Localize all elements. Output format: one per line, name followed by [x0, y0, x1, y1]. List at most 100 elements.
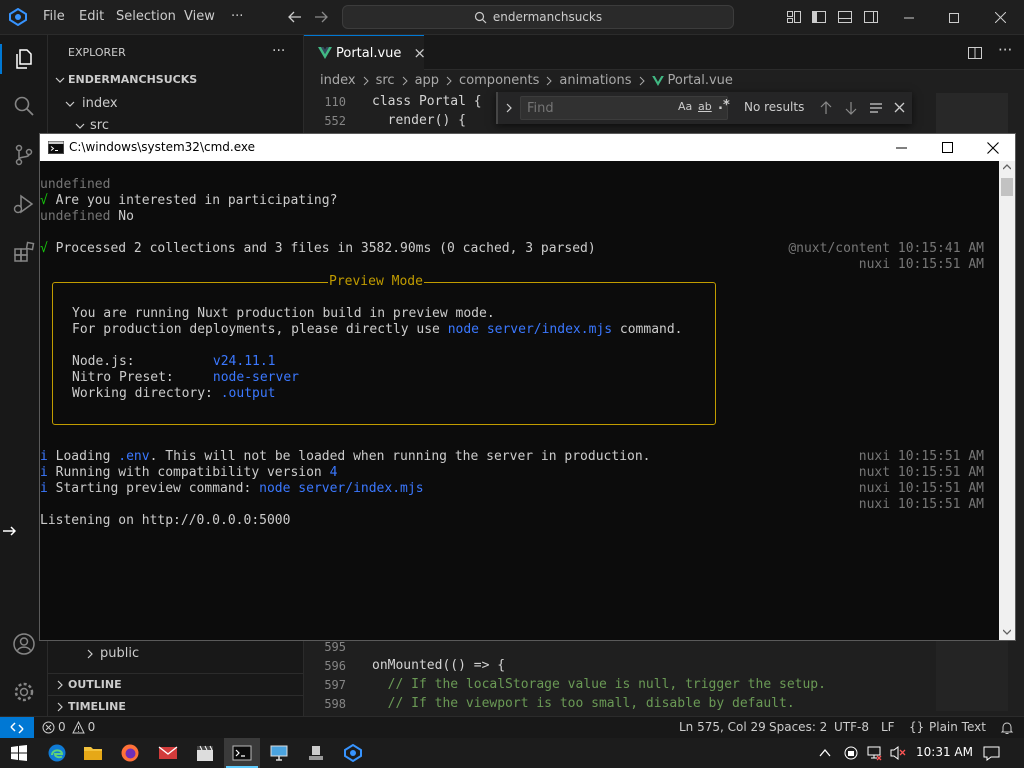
- info-value: v24.11.1: [212, 354, 276, 369]
- taskbar-cmd-active[interactable]: [224, 738, 260, 768]
- code-comment-line[interactable]: // If the viewport is too small, disable…: [372, 696, 795, 711]
- active-view-indicator: [0, 44, 2, 74]
- cmd-vertical-scrollbar[interactable]: [999, 161, 1015, 640]
- code-line[interactable]: onMounted(() => {: [372, 658, 505, 673]
- clapperboard-media-icon[interactable]: [187, 738, 223, 768]
- chevron-down-icon: [74, 120, 86, 132]
- next-match-arrow-down-icon[interactable]: [845, 101, 857, 115]
- file-encoding[interactable]: UTF-8: [834, 720, 869, 734]
- tree-folder-index[interactable]: index: [64, 96, 118, 111]
- forward-arrow-icon[interactable]: [313, 10, 329, 24]
- explorer-title: EXPLORER: [68, 46, 126, 59]
- workspace-root-folder[interactable]: ENDERMANCHSUCKS: [54, 73, 197, 86]
- console-timestamp: nuxi 10:15:51 AM: [858, 481, 984, 496]
- scroll-down-arrow-icon[interactable]: [1003, 629, 1011, 635]
- use-regex-toggle[interactable]: .*: [718, 98, 730, 113]
- menu-edit[interactable]: Edit: [79, 9, 104, 24]
- customize-layout-icon[interactable]: [786, 9, 802, 25]
- match-case-toggle[interactable]: Aa: [678, 100, 692, 113]
- volume-muted-icon[interactable]: [889, 745, 907, 761]
- taskbar-clock[interactable]: 10:31 AM: [916, 745, 973, 759]
- settings-gear-icon[interactable]: [10, 678, 38, 706]
- find-in-selection-icon[interactable]: [869, 102, 883, 114]
- vscode-minimize-button[interactable]: [886, 0, 932, 35]
- indentation-setting[interactable]: Spaces: 2: [769, 720, 827, 734]
- file-explorer-icon[interactable]: [75, 738, 111, 768]
- remote-indicator-icon[interactable]: [0, 717, 34, 738]
- tab-close-icon[interactable]: ×: [413, 44, 426, 62]
- breadcrumb-item[interactable]: app: [415, 73, 439, 88]
- firefox-icon[interactable]: [112, 738, 148, 768]
- end-of-line[interactable]: LF: [881, 720, 895, 734]
- menu-selection[interactable]: Selection: [116, 9, 176, 24]
- show-hidden-icons-chevron-up-icon[interactable]: [818, 747, 832, 759]
- minimap-bottom[interactable]: [936, 641, 1008, 711]
- console-line: Listening on http://0.0.0.0:5000: [40, 513, 291, 528]
- breadcrumb-item[interactable]: components: [459, 73, 539, 88]
- cmd-maximize-button[interactable]: [924, 134, 970, 161]
- edge-browser-icon[interactable]: [39, 738, 75, 768]
- tree-folder-src[interactable]: src: [74, 118, 109, 133]
- language-mode[interactable]: Plain Text: [929, 720, 986, 734]
- close-find-icon[interactable]: [894, 102, 905, 113]
- extensions-icon[interactable]: [10, 238, 38, 266]
- menu-file[interactable]: File: [43, 9, 65, 24]
- toggle-secondary-sidebar-icon[interactable]: [863, 9, 879, 25]
- breadcrumb-item[interactable]: Portal.vue: [668, 73, 733, 88]
- run-debug-icon[interactable]: [10, 190, 38, 218]
- windows-start-icon[interactable]: [1, 738, 37, 768]
- command-center-search[interactable]: endermanchsucks: [342, 5, 734, 29]
- braces-icon: {}: [909, 720, 925, 734]
- breadcrumb-item[interactable]: src: [376, 73, 395, 88]
- notifications-bell-icon[interactable]: [1000, 721, 1014, 735]
- vscode-maximize-button[interactable]: [931, 0, 977, 35]
- toggle-replace-chevron-icon[interactable]: [504, 102, 514, 114]
- console-output[interactable]: undefined √ Are you interested in partic…: [40, 161, 999, 640]
- vscode-close-button[interactable]: [977, 0, 1023, 35]
- editor-more-actions[interactable]: ···: [998, 41, 1012, 59]
- back-arrow-icon[interactable]: [287, 10, 303, 24]
- remote-desktop-icon[interactable]: [261, 738, 297, 768]
- cmd-minimize-button[interactable]: [878, 134, 924, 161]
- code-line[interactable]: class Portal {: [372, 94, 482, 109]
- cmd-close-button[interactable]: [970, 134, 1016, 161]
- search-view-icon[interactable]: [10, 92, 38, 120]
- cmd-title-bar[interactable]: C:\windows\system32\cmd.exe: [40, 134, 1015, 161]
- match-whole-word-toggle[interactable]: ab: [698, 100, 712, 113]
- breadcrumb-item[interactable]: index: [320, 73, 356, 88]
- action-center-icon[interactable]: [983, 745, 1000, 761]
- network-device-icon[interactable]: [298, 738, 334, 768]
- mail-app-icon[interactable]: [150, 738, 186, 768]
- toggle-panel-icon[interactable]: [837, 9, 853, 25]
- accounts-icon[interactable]: [10, 630, 38, 658]
- code-line[interactable]: render() {: [372, 113, 466, 128]
- console-line: undefined: [40, 177, 111, 192]
- cursor-position[interactable]: Ln 575, Col 29: [679, 720, 766, 734]
- outline-section-header[interactable]: OUTLINE: [48, 673, 303, 695]
- tree-folder-public[interactable]: public: [84, 646, 139, 661]
- vscode-taskbar-icon[interactable]: [335, 738, 371, 768]
- toggle-primary-sidebar-icon[interactable]: [811, 9, 827, 25]
- code-comment-line[interactable]: // If the localStorage value is null, tr…: [372, 677, 826, 692]
- breadcrumb-item[interactable]: animations: [559, 73, 631, 88]
- tab-portal-vue[interactable]: Portal.vue ×: [304, 35, 426, 70]
- problems-indicator[interactable]: 0 0: [42, 720, 95, 734]
- find-input[interactable]: [520, 96, 728, 120]
- env-highlight: .env: [118, 449, 150, 464]
- scroll-thumb[interactable]: [1001, 178, 1013, 196]
- explorer-more-actions[interactable]: ···: [272, 43, 285, 59]
- find-result-count: No results: [744, 100, 805, 114]
- vscode-insiders-logo-icon[interactable]: [9, 8, 27, 26]
- cmd-window: C:\windows\system32\cmd.exe undefined √ …: [39, 133, 1016, 641]
- timeline-section-header[interactable]: TIMELINE: [48, 695, 303, 717]
- menu-view[interactable]: View: [184, 9, 215, 24]
- split-editor-icon[interactable]: [967, 45, 983, 61]
- menu-more[interactable]: ···: [231, 9, 243, 24]
- minimap-top[interactable]: [936, 93, 1008, 133]
- vpn-tray-icon[interactable]: [843, 745, 859, 761]
- network-tray-icon[interactable]: [866, 745, 882, 761]
- source-control-icon[interactable]: [10, 141, 38, 169]
- previous-match-arrow-up-icon[interactable]: [820, 101, 832, 115]
- scroll-up-arrow-icon[interactable]: [1003, 164, 1011, 170]
- explorer-files-icon[interactable]: [10, 45, 38, 73]
